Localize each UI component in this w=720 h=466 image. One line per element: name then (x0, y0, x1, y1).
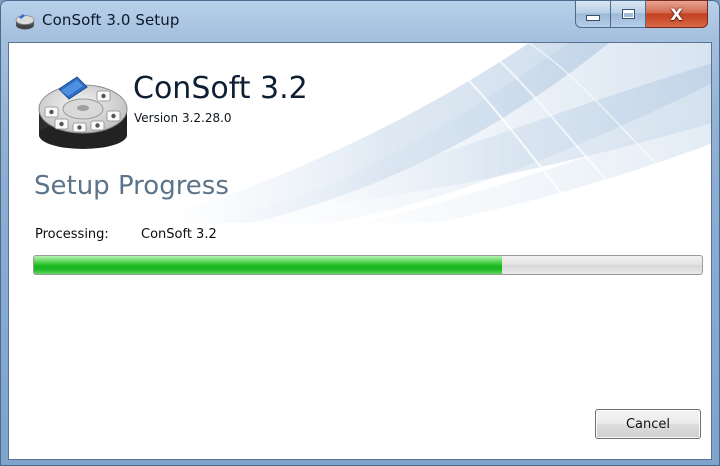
product-name: ConSoft 3.2 (133, 71, 308, 106)
product-version: Version 3.2.28.0 (134, 111, 232, 125)
app-icon (15, 14, 35, 30)
status-row: Processing: ConSoft 3.2 (29, 223, 705, 249)
section-title: Setup Progress (34, 171, 229, 201)
installer-panel: ConSoft 3.2 Version 3.2.28.0 Setup Progr… (8, 42, 712, 460)
progress-bar (33, 255, 703, 275)
close-button[interactable]: X (646, 0, 708, 28)
transmitter-head-icon (38, 76, 128, 149)
minimize-icon (586, 15, 600, 21)
status-value: ConSoft 3.2 (141, 227, 217, 242)
close-icon: X (670, 4, 683, 24)
cancel-button[interactable]: Cancel (595, 409, 701, 439)
window-title: ConSoft 3.0 Setup (42, 11, 180, 29)
status-label: Processing: (35, 227, 109, 242)
maximize-button[interactable] (611, 0, 646, 28)
installer-window: ConSoft 3.0 Setup X ConSoft 3.2 Version … (0, 0, 720, 466)
maximize-icon (621, 9, 635, 19)
minimize-button[interactable] (575, 0, 611, 28)
progress-bar-fill (34, 256, 502, 274)
